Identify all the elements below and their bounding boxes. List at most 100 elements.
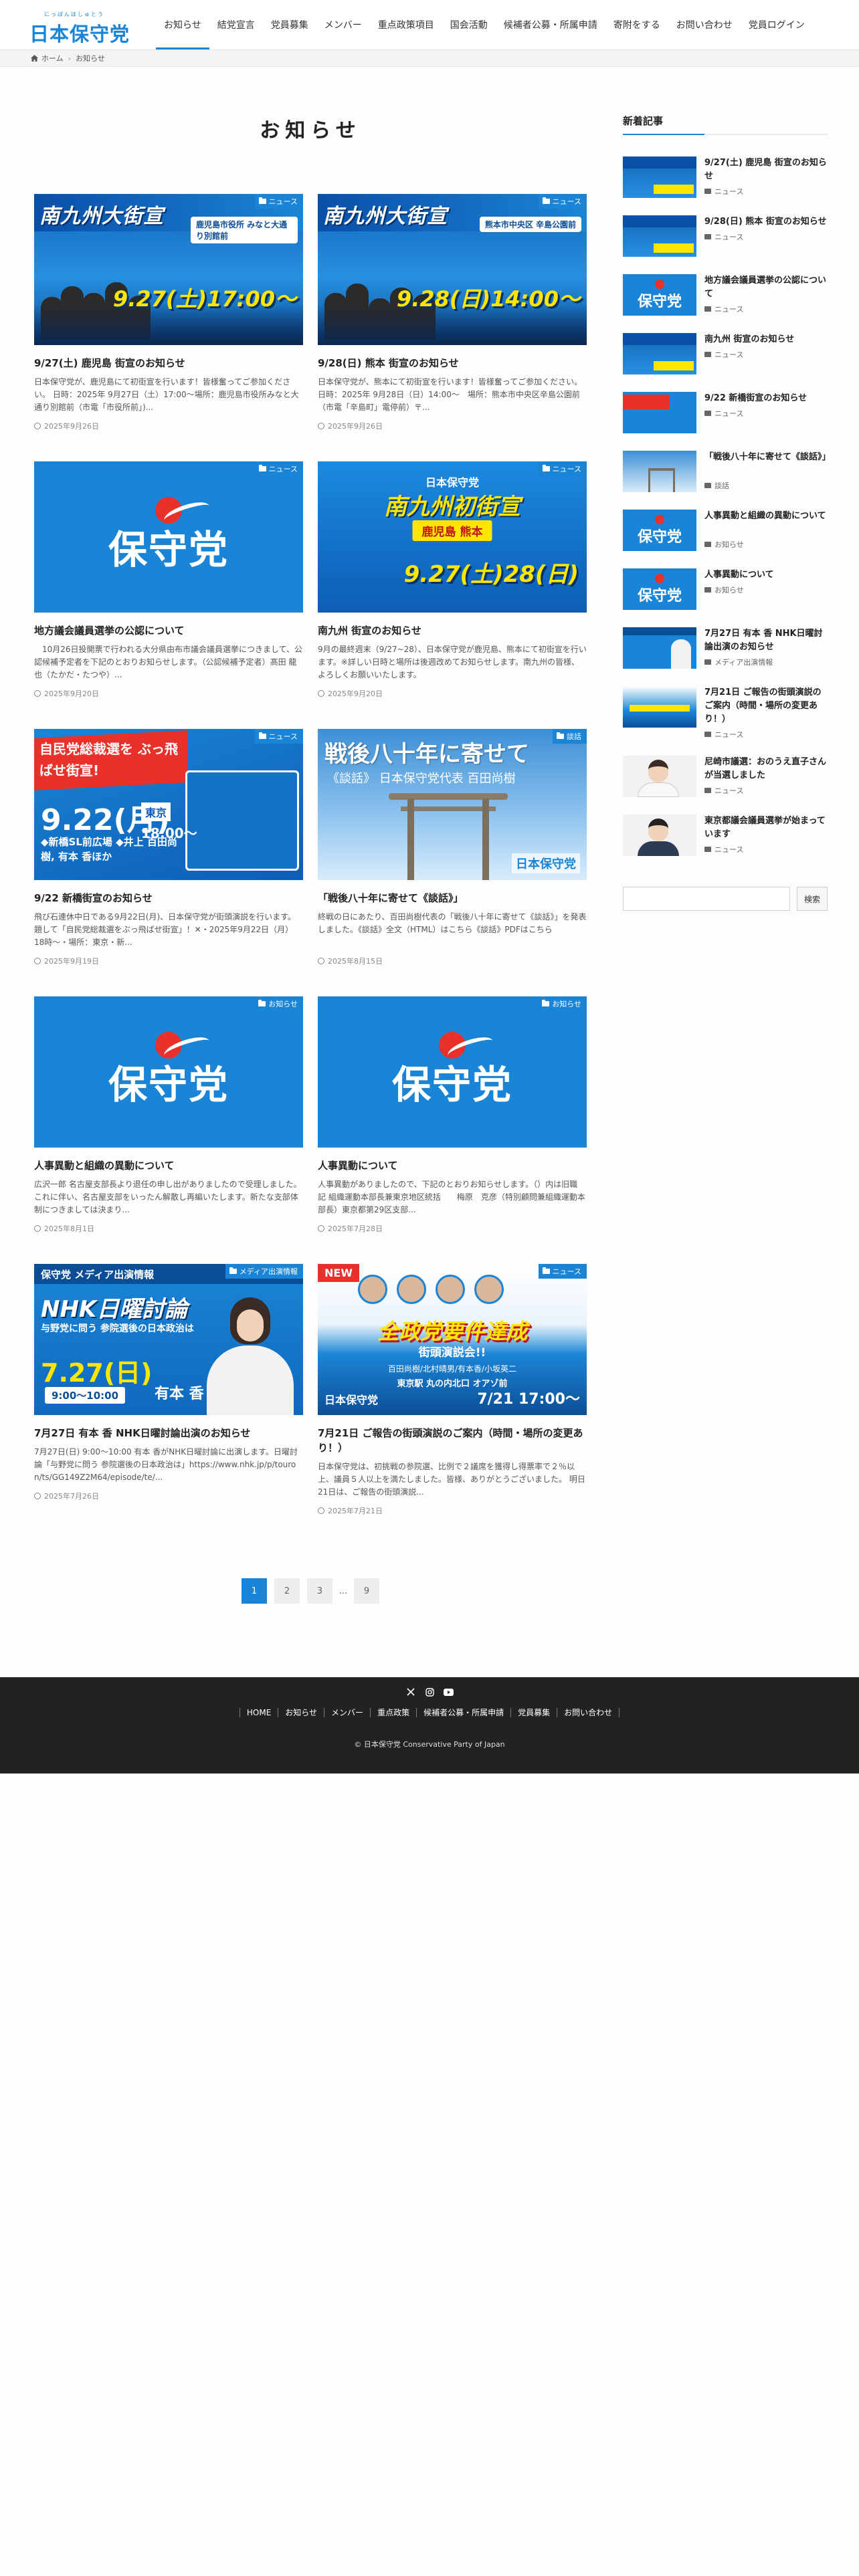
recent-post-title[interactable]: 人事異動と組織の異動について bbox=[704, 510, 828, 523]
post-card[interactable]: お知らせ 保守党 人事異動について 人事異動がありましたので、下記のとおりお知ら… bbox=[318, 996, 587, 1234]
post-thumbnail[interactable]: ニュース 南九州大街宣 熊本市中央区 辛島公園前 9.28(日)14:00～ bbox=[318, 194, 587, 345]
recent-post-title[interactable]: 人事異動について bbox=[704, 568, 828, 582]
post-date: 2025年9月26日 bbox=[34, 421, 303, 431]
post-card[interactable]: ニュース 保守党 地方議会議員選挙の公認について 10月26日投開票で行われる大… bbox=[34, 461, 303, 699]
recent-post[interactable]: 「戦後八十年に寄せて《談話》」 談話 bbox=[623, 451, 831, 500]
recent-post-thumbnail[interactable] bbox=[623, 756, 696, 797]
nav-policy[interactable]: 重点政策項目 bbox=[370, 0, 442, 49]
recent-post-thumbnail[interactable]: 保守党 bbox=[623, 510, 696, 551]
post-title[interactable]: 人事異動と組織の異動について bbox=[34, 1158, 303, 1173]
recent-post-thumbnail[interactable] bbox=[623, 156, 696, 198]
recent-post[interactable]: 保守党 人事異動と組織の異動について お知らせ bbox=[623, 510, 828, 559]
instagram-icon[interactable] bbox=[424, 1687, 435, 1697]
footer-link-policy[interactable]: 重点政策 bbox=[370, 1708, 416, 1717]
post-title[interactable]: 人事異動について bbox=[318, 1158, 587, 1173]
recent-post-category: ニュース bbox=[704, 304, 743, 314]
post-card[interactable]: ニュース 日本保守党 南九州初街宣 鹿児島 熊本 9.27(土)28(日) 南九… bbox=[318, 461, 587, 699]
page-2[interactable]: 2 bbox=[274, 1578, 300, 1604]
post-card[interactable]: ニュース 南九州大街宣 鹿児島市役所 みなと大通り別館前 9.27(土)17:0… bbox=[34, 194, 303, 431]
post-thumbnail[interactable]: ニュース NEW 全政党要件達成 街頭演説会!! 百田尚樹/北村晴男/有本香/小… bbox=[318, 1264, 587, 1415]
recent-post[interactable]: 7月21日 ご報告の街頭演説のご案内（時間・場所の変更あり！） ニュース bbox=[623, 686, 828, 739]
recent-post-title[interactable]: 7月21日 ご報告の街頭演説のご案内（時間・場所の変更あり！） bbox=[704, 686, 828, 726]
recent-post-title[interactable]: 9/27(土) 鹿児島 街宣のお知らせ bbox=[704, 156, 828, 183]
x-icon[interactable] bbox=[405, 1687, 416, 1697]
nav-candidates[interactable]: 候補者公募・所属申請 bbox=[496, 0, 605, 49]
category-badge: ニュース bbox=[538, 194, 587, 209]
footer-link-members[interactable]: メンバー bbox=[324, 1708, 370, 1717]
recent-post-title[interactable]: 地方議会議員選挙の公認について bbox=[704, 274, 828, 301]
recent-post-thumbnail[interactable] bbox=[623, 392, 696, 433]
recent-post[interactable]: 南九州 街宣のお知らせ ニュース bbox=[623, 333, 828, 383]
post-thumbnail[interactable]: お知らせ 保守党 bbox=[34, 996, 303, 1148]
post-card[interactable]: 談話 戦後八十年に寄せて 《談話》 日本保守党代表 百田尚樹 日本保守党 「戦後… bbox=[318, 729, 587, 966]
nav-login[interactable]: 党員ログイン bbox=[741, 0, 813, 49]
recent-post-title[interactable]: 9/28(日) 熊本 街宣のお知らせ bbox=[704, 215, 828, 229]
post-card[interactable]: お知らせ 保守党 人事異動と組織の異動について 広沢一郎 名古屋支部長より退任の… bbox=[34, 996, 303, 1234]
footer-link-candidates[interactable]: 候補者公募・所属申請 bbox=[416, 1708, 510, 1717]
post-thumbnail[interactable]: ニュース 保守党 bbox=[34, 461, 303, 613]
footer-link-recruit[interactable]: 党員募集 bbox=[510, 1708, 557, 1717]
recent-post[interactable]: 東京都議会議員選挙が始まっています ニュース bbox=[623, 815, 828, 864]
post-card[interactable]: ニュース 南九州大街宣 熊本市中央区 辛島公園前 9.28(日)14:00～ 9… bbox=[318, 194, 587, 431]
recent-post[interactable]: 保守党 人事異動について お知らせ bbox=[623, 568, 828, 618]
recent-post-title[interactable]: 尼崎市議選：おのうえ直子さんが当選しました bbox=[704, 756, 828, 782]
recent-post-thumbnail[interactable] bbox=[623, 815, 696, 856]
search-input[interactable] bbox=[623, 887, 790, 911]
nav-declaration[interactable]: 結党宣言 bbox=[209, 0, 263, 49]
footer-link-news[interactable]: お知らせ bbox=[278, 1708, 324, 1717]
post-excerpt: 日本保守党は、初挑戦の参院選、比例で２議席を獲得し得票率で２％以上、議員５人以上… bbox=[318, 1462, 585, 1497]
clock-icon bbox=[34, 1493, 41, 1499]
post-title[interactable]: 9/28(日) 熊本 街宣のお知らせ bbox=[318, 356, 587, 370]
page-1[interactable]: 1 bbox=[242, 1578, 267, 1604]
breadcrumb-home[interactable]: ホーム bbox=[41, 53, 64, 64]
nav-news[interactable]: お知らせ bbox=[156, 0, 209, 49]
recent-post-thumbnail[interactable] bbox=[623, 333, 696, 374]
page-last[interactable]: 9 bbox=[354, 1578, 379, 1604]
recent-post[interactable]: 9/28(日) 熊本 街宣のお知らせ ニュース bbox=[623, 215, 828, 265]
post-title[interactable]: 南九州 街宣のお知らせ bbox=[318, 623, 587, 638]
recent-post-title[interactable]: 東京都議会議員選挙が始まっています bbox=[704, 815, 828, 841]
nav-recruit[interactable]: 党員募集 bbox=[263, 0, 316, 49]
page-3[interactable]: 3 bbox=[307, 1578, 332, 1604]
recent-post-thumbnail[interactable] bbox=[623, 215, 696, 257]
post-thumbnail[interactable]: ニュース 自民党総裁選を ぶっ飛ばせ街宣! 9.22(月) 東京 18:00～ … bbox=[34, 729, 303, 880]
post-title[interactable]: 7月27日 有本 香 NHK日曜討論出演のお知らせ bbox=[34, 1426, 303, 1440]
footer-link-home[interactable]: HOME bbox=[239, 1708, 278, 1717]
logo-text: 日本保守党 bbox=[29, 23, 130, 45]
recent-post-thumbnail[interactable] bbox=[623, 686, 696, 728]
nav-donate[interactable]: 寄附をする bbox=[605, 0, 668, 49]
post-card[interactable]: ニュース 自民党総裁選を ぶっ飛ばせ街宣! 9.22(月) 東京 18:00～ … bbox=[34, 729, 303, 966]
recent-post-title[interactable]: 7月27日 有本 香 NHK日曜討論出演のお知らせ bbox=[704, 627, 828, 654]
recent-post-title[interactable]: 南九州 街宣のお知らせ bbox=[704, 333, 828, 346]
site-logo[interactable]: にっぽんほしゅとう 日本保守党 bbox=[29, 8, 134, 45]
recent-post-thumbnail[interactable] bbox=[623, 451, 696, 492]
post-title[interactable]: 7月21日 ご報告の街頭演説のご案内（時間・場所の変更あり！） bbox=[318, 1426, 587, 1455]
nav-members[interactable]: メンバー bbox=[316, 0, 370, 49]
recent-post-title[interactable]: 「戦後八十年に寄せて《談話》」 bbox=[704, 451, 831, 464]
youtube-icon[interactable] bbox=[443, 1687, 454, 1697]
post-title[interactable]: 「戦後八十年に寄せて《談話》」 bbox=[318, 891, 587, 905]
post-title[interactable]: 地方議会議員選挙の公認について bbox=[34, 623, 303, 638]
post-thumbnail[interactable]: メディア出演情報 保守党 メディア出演情報 NHK日曜討論 与野党に問う 参院選… bbox=[34, 1264, 303, 1415]
recent-post[interactable]: 保守党 地方議会議員選挙の公認について ニュース bbox=[623, 274, 828, 324]
recent-post[interactable]: 9/22 新橋街宣のお知らせ ニュース bbox=[623, 392, 828, 441]
footer-link-contact[interactable]: お問い合わせ bbox=[557, 1708, 620, 1717]
search-button[interactable]: 検索 bbox=[797, 887, 828, 911]
recent-post[interactable]: 尼崎市議選：おのうえ直子さんが当選しました ニュース bbox=[623, 756, 828, 805]
post-thumbnail[interactable]: お知らせ 保守党 bbox=[318, 996, 587, 1148]
recent-post-thumbnail[interactable]: 保守党 bbox=[623, 568, 696, 610]
post-card[interactable]: ニュース NEW 全政党要件達成 街頭演説会!! 百田尚樹/北村晴男/有本香/小… bbox=[318, 1264, 587, 1516]
recent-post[interactable]: 9/27(土) 鹿児島 街宣のお知らせ ニュース bbox=[623, 156, 828, 206]
post-thumbnail[interactable]: 談話 戦後八十年に寄せて 《談話》 日本保守党代表 百田尚樹 日本保守党 bbox=[318, 729, 587, 880]
nav-diet[interactable]: 国会活動 bbox=[442, 0, 496, 49]
recent-post-thumbnail[interactable]: 保守党 bbox=[623, 274, 696, 316]
post-title[interactable]: 9/22 新橋街宣のお知らせ bbox=[34, 891, 303, 905]
post-title[interactable]: 9/27(土) 鹿児島 街宣のお知らせ bbox=[34, 356, 303, 370]
recent-post-title[interactable]: 9/22 新橋街宣のお知らせ bbox=[704, 392, 828, 405]
recent-post-thumbnail[interactable] bbox=[623, 627, 696, 669]
post-thumbnail[interactable]: ニュース 日本保守党 南九州初街宣 鹿児島 熊本 9.27(土)28(日) bbox=[318, 461, 587, 613]
post-card[interactable]: メディア出演情報 保守党 メディア出演情報 NHK日曜討論 与野党に問う 参院選… bbox=[34, 1264, 303, 1501]
recent-post[interactable]: 7月27日 有本 香 NHK日曜討論出演のお知らせ メディア出演情報 bbox=[623, 627, 828, 677]
nav-contact[interactable]: お問い合わせ bbox=[668, 0, 741, 49]
post-thumbnail[interactable]: ニュース 南九州大街宣 鹿児島市役所 みなと大通り別館前 9.27(土)17:0… bbox=[34, 194, 303, 345]
